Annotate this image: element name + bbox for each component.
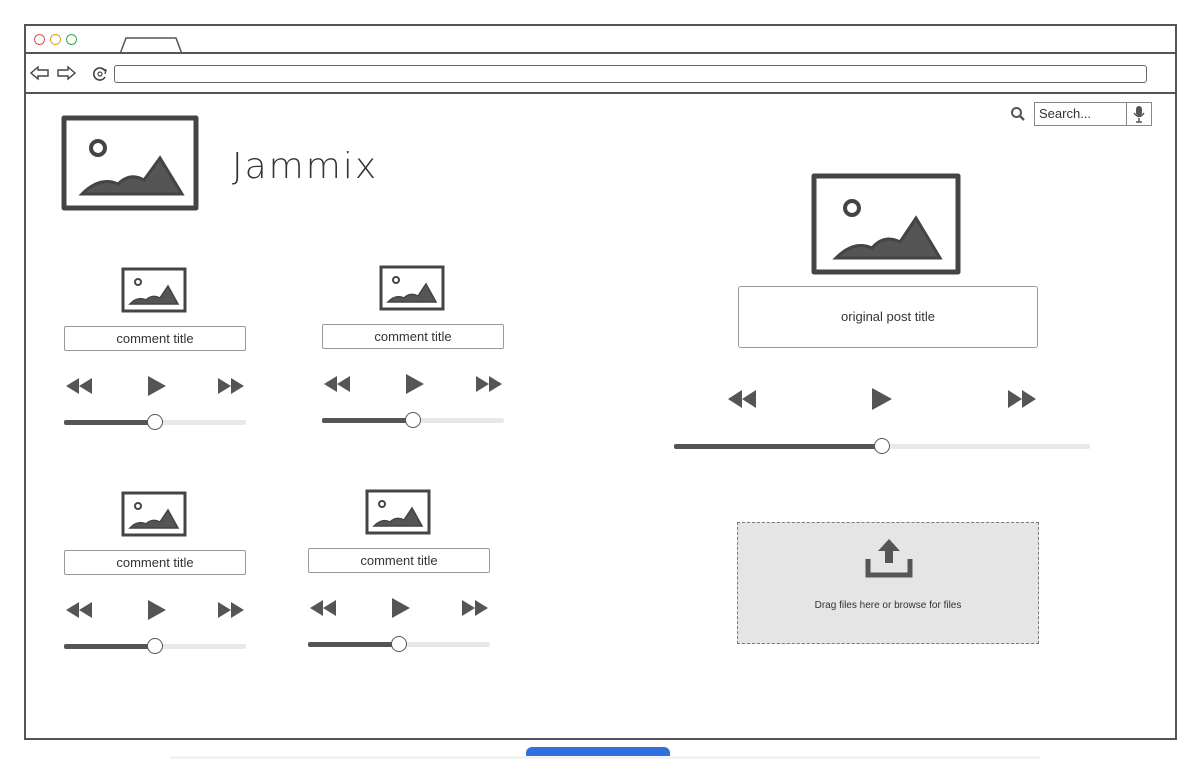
- browser-tab[interactable]: [120, 36, 184, 54]
- reload-icon[interactable]: [90, 65, 110, 83]
- fast-forward-icon[interactable]: [214, 598, 246, 622]
- rewind-icon[interactable]: [726, 386, 762, 412]
- rewind-icon[interactable]: [64, 598, 96, 622]
- comment-seek-slider[interactable]: [308, 636, 490, 652]
- comment-title[interactable]: comment title: [64, 326, 246, 351]
- original-post-title[interactable]: original post title: [738, 286, 1038, 348]
- file-dropzone[interactable]: Drag files here or browse for files: [737, 522, 1039, 644]
- comment-seek-slider[interactable]: [64, 414, 246, 430]
- logo-image-placeholder-icon: [61, 115, 199, 211]
- search-placeholder: Search...: [1039, 106, 1092, 121]
- comment-image-placeholder-icon: [379, 265, 445, 311]
- rewind-icon[interactable]: [64, 374, 96, 398]
- browser-window: Search... Jammix original post title Dra…: [24, 24, 1177, 740]
- seek-fill: [674, 444, 882, 449]
- comment-image-placeholder-icon: [121, 267, 187, 313]
- fast-forward-icon[interactable]: [472, 372, 504, 396]
- comment-title[interactable]: comment title: [308, 548, 490, 573]
- comment-seek-slider[interactable]: [64, 638, 246, 654]
- search-input[interactable]: Search...: [1034, 102, 1152, 126]
- seek-fill: [64, 644, 155, 649]
- comment-title[interactable]: comment title: [322, 324, 504, 349]
- seek-fill: [64, 420, 155, 425]
- seek-knob[interactable]: [405, 412, 421, 428]
- maximize-window-icon[interactable]: [66, 34, 77, 45]
- seek-knob[interactable]: [147, 638, 163, 654]
- seek-knob[interactable]: [874, 438, 890, 454]
- fast-forward-icon[interactable]: [458, 596, 490, 620]
- brand-title: Jammix: [232, 146, 379, 187]
- dropzone-label: Drag files here or browse for files: [814, 600, 962, 611]
- seek-knob[interactable]: [391, 636, 407, 652]
- play-icon[interactable]: [868, 386, 894, 412]
- comment-title[interactable]: comment title: [64, 550, 246, 575]
- play-icon[interactable]: [386, 596, 418, 620]
- play-icon[interactable]: [400, 372, 432, 396]
- original-post-image-icon: [811, 173, 961, 275]
- page-content: Search... Jammix original post title Dra…: [26, 94, 1175, 740]
- microphone-button[interactable]: [1126, 103, 1151, 125]
- upload-icon: [865, 539, 913, 578]
- minimize-window-icon[interactable]: [50, 34, 61, 45]
- comment-seek-slider[interactable]: [322, 412, 504, 428]
- fast-forward-icon[interactable]: [214, 374, 246, 398]
- forward-arrow-icon[interactable]: [56, 65, 76, 81]
- microphone-icon: [1133, 106, 1145, 123]
- seek-fill: [322, 418, 413, 423]
- close-window-icon[interactable]: [34, 34, 45, 45]
- play-icon[interactable]: [142, 374, 174, 398]
- fast-forward-icon[interactable]: [1004, 386, 1040, 412]
- seek-knob[interactable]: [147, 414, 163, 430]
- rewind-icon[interactable]: [308, 596, 340, 620]
- search-icon[interactable]: [1010, 106, 1026, 122]
- seek-fill: [308, 642, 399, 647]
- address-bar[interactable]: [114, 65, 1147, 83]
- browser-navbar: [26, 54, 1175, 94]
- original-post-seek-slider[interactable]: [674, 438, 1090, 454]
- rewind-icon[interactable]: [322, 372, 354, 396]
- play-icon[interactable]: [142, 598, 174, 622]
- comment-image-placeholder-icon: [121, 491, 187, 537]
- comment-image-placeholder-icon: [365, 489, 431, 535]
- back-arrow-icon[interactable]: [30, 65, 50, 81]
- browser-titlebar: [26, 26, 1175, 54]
